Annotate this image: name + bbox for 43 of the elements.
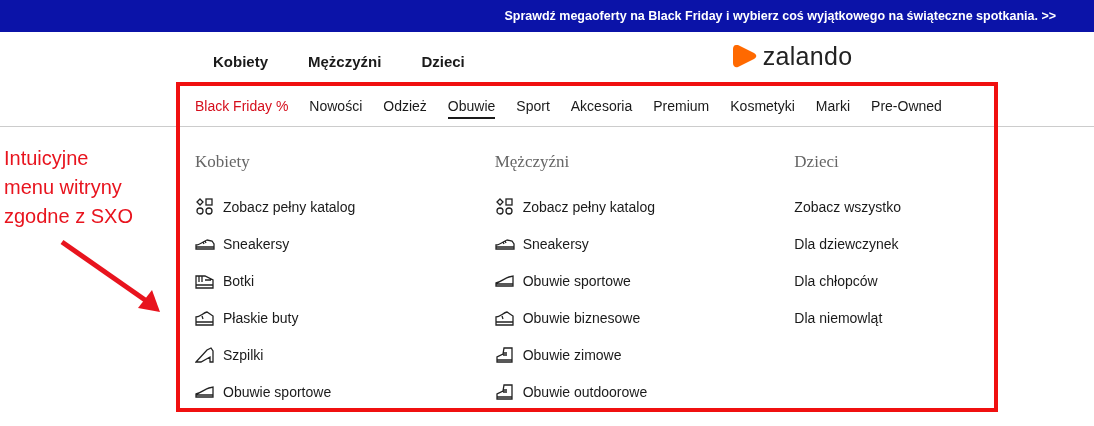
column-heading: Mężczyźni — [494, 152, 571, 173]
category-tab[interactable]: Odzież — [383, 95, 427, 119]
column-heading: Kobiety — [195, 152, 251, 173]
menu-item[interactable]: Botki — [195, 262, 495, 299]
boot-icon — [494, 345, 515, 364]
annotation-text: Intuicyjne menu witryny zgodne z SXO — [4, 146, 134, 229]
column-heading: Dzieci — [794, 152, 840, 173]
category-tab[interactable]: Pre-Owned — [871, 95, 942, 119]
category-tab[interactable]: Akcesoria — [570, 95, 633, 119]
menu-item[interactable]: Zobacz pełny katalog — [494, 188, 795, 225]
category-tab[interactable]: Marki — [815, 95, 851, 119]
gender-tab[interactable]: Dzieci — [421, 50, 465, 70]
gender-tab[interactable]: Kobiety — [213, 50, 268, 70]
gender-tab[interactable]: Mężczyźni — [308, 50, 382, 70]
category-tab[interactable]: Sport — [516, 95, 550, 119]
menu-item[interactable]: Dla niemowląt — [794, 299, 1094, 336]
logo-text[interactable]: zalando — [762, 41, 853, 71]
flat-shoe-icon — [494, 308, 515, 327]
menu-item[interactable]: Zobacz wszystko — [794, 188, 1094, 225]
menu-item[interactable]: Obuwie sportowe — [494, 262, 795, 299]
category-tab[interactable]: Premium — [653, 95, 710, 119]
menu-item[interactable]: Szpilki — [195, 336, 495, 373]
menu-item[interactable]: Obuwie sportowe — [195, 373, 495, 410]
high-heel-icon — [195, 345, 215, 364]
menu-item[interactable]: Płaskie buty — [195, 299, 495, 336]
menu-item[interactable]: Sneakersy — [195, 225, 495, 262]
category-tab[interactable]: Kosmetyki — [730, 95, 795, 119]
menu-item[interactable]: Obuwie biznesowe — [494, 299, 795, 336]
menu-item[interactable]: Obuwie outdoorowe — [494, 373, 795, 410]
logo-icon — [732, 43, 757, 69]
shapes-icon — [195, 197, 215, 216]
menu-item[interactable]: Dla chłopców — [794, 262, 1094, 299]
menu-item[interactable]: Sneakersy — [494, 225, 795, 262]
category-tab[interactable]: Black Friday % — [195, 95, 289, 119]
menu-item[interactable]: Dla dziewczynek — [794, 225, 1094, 262]
promo-link[interactable]: Sprawdź megaoferty na Black Friday i wybierz coś wyjątkowego na świąteczne spotkania. >> — [504, 9, 1056, 23]
flat-shoe-icon — [195, 308, 215, 327]
category-tab[interactable]: Obuwie — [447, 95, 496, 119]
menu-item[interactable]: Zobacz pełny katalog — [195, 188, 495, 225]
category-tab[interactable]: Nowości — [309, 95, 363, 119]
boot-icon — [494, 382, 515, 401]
shapes-icon — [494, 197, 515, 216]
menu-item[interactable]: Obuwie zimowe — [494, 336, 795, 373]
